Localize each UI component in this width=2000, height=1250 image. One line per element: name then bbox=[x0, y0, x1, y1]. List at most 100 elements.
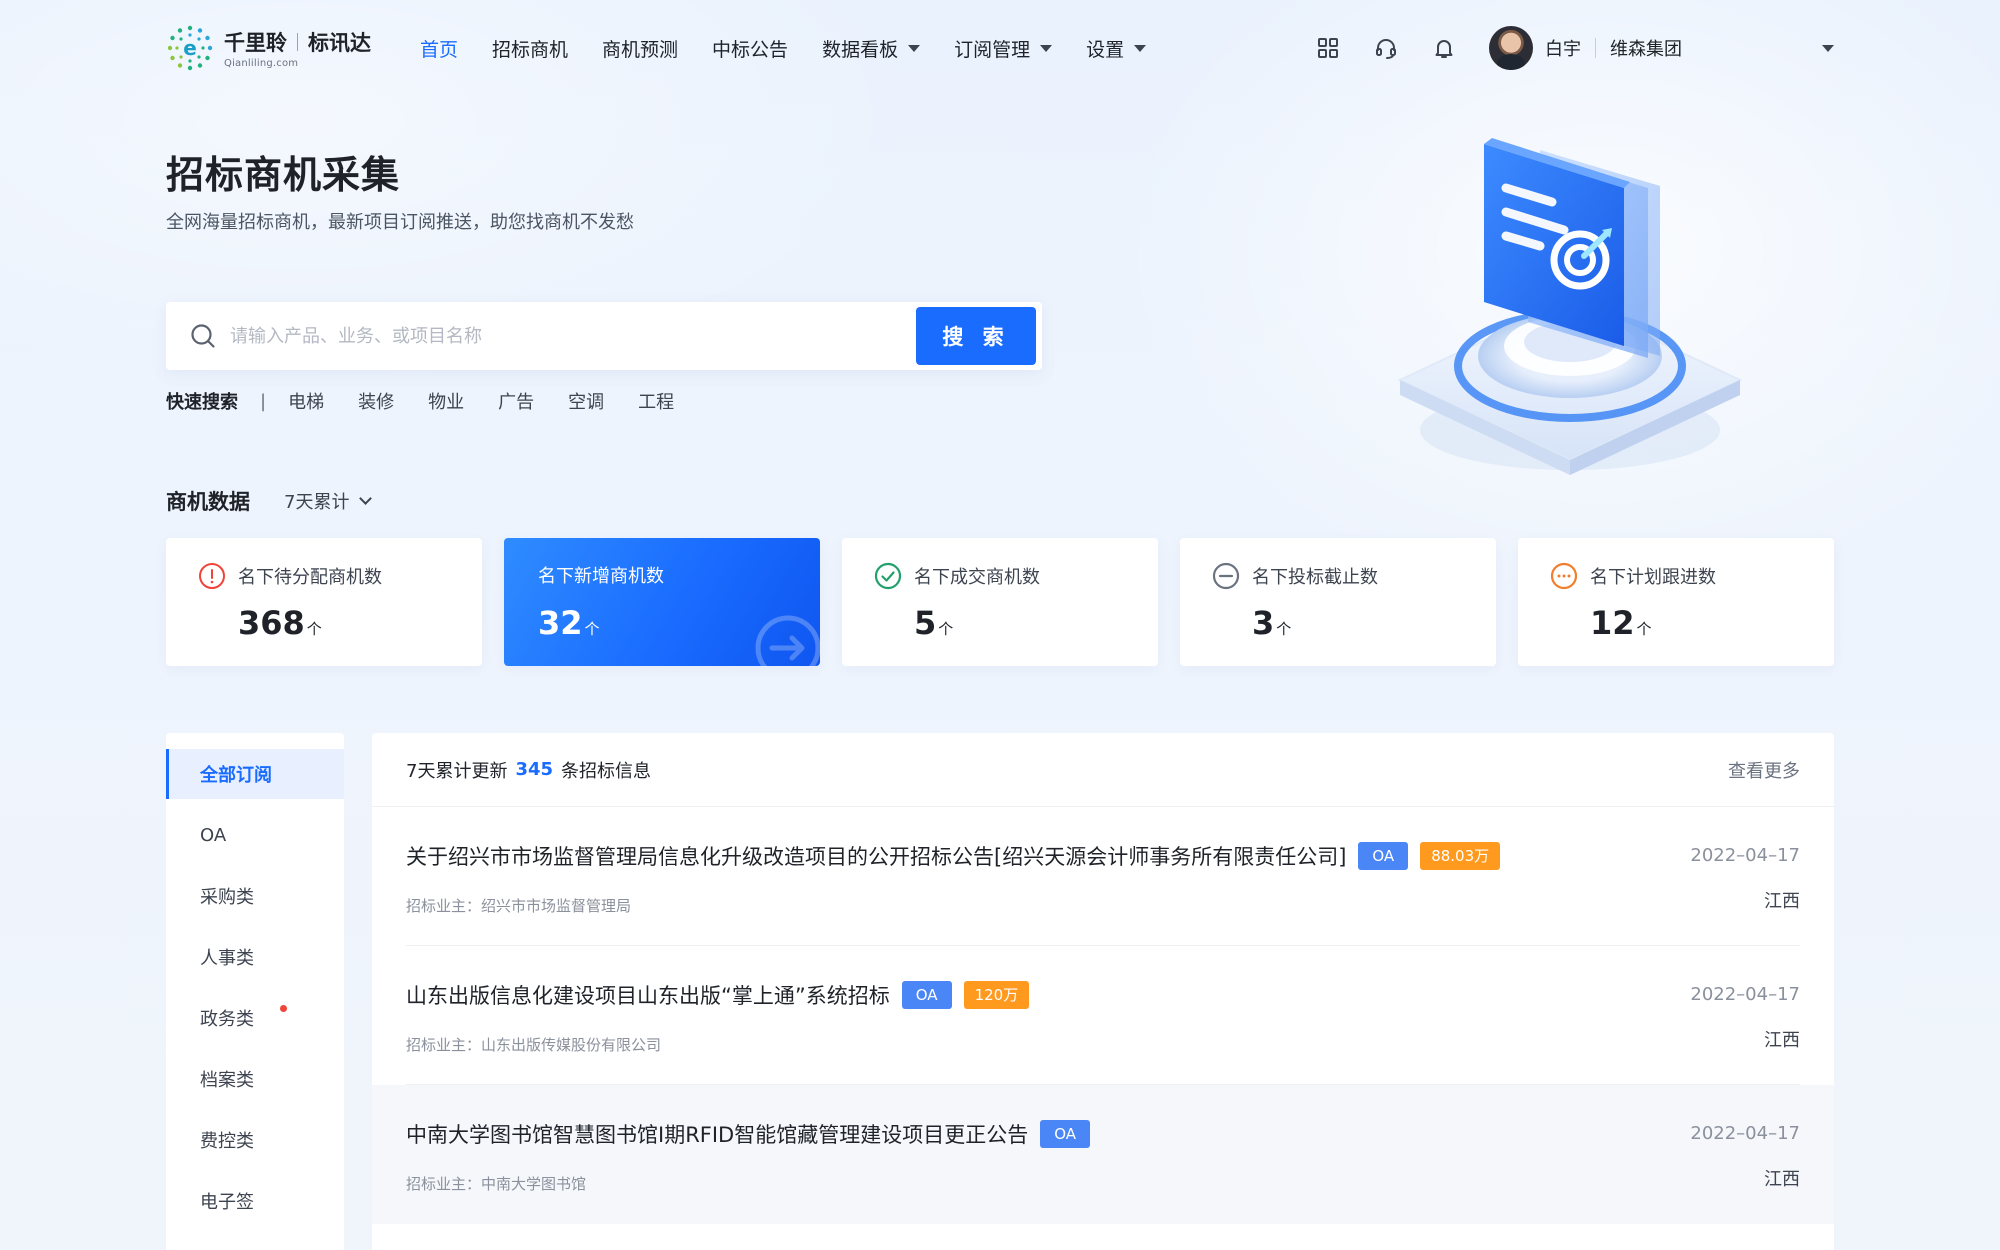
bid-title[interactable]: 关于绍兴市市场监督管理局信息化升级改造项目的公开招标公告[绍兴天源会计师事务所有… bbox=[406, 841, 1346, 871]
bid-owner: 招标业主：中南大学图书馆 bbox=[406, 1175, 587, 1193]
brand-domain: Qianliling.com bbox=[224, 58, 299, 69]
search-input[interactable] bbox=[230, 316, 890, 356]
user-name[interactable]: 白宇 bbox=[1545, 35, 1581, 61]
nav-label: 数据看板 bbox=[822, 38, 899, 61]
quick-search-label: 快速搜索 bbox=[166, 392, 238, 413]
summary-count: 345 bbox=[515, 759, 554, 780]
chevron-down-icon bbox=[359, 492, 373, 505]
stat-label: 名下待分配商机数 bbox=[238, 567, 382, 588]
sidebar-item-government[interactable]: 政务类 bbox=[166, 993, 344, 1043]
quick-search-item[interactable]: 电梯 bbox=[288, 388, 324, 414]
amount-tag: 120万 bbox=[963, 981, 1030, 1009]
bell-icon[interactable] bbox=[1429, 33, 1459, 63]
sidebar-item-label: 费控类 bbox=[200, 1131, 254, 1152]
sidebar-item-hr[interactable]: 人事类 bbox=[166, 932, 344, 982]
view-more-link[interactable]: 查看更多 bbox=[1728, 757, 1800, 783]
bid-date: 2022–04–17 bbox=[1690, 1123, 1800, 1144]
search-bar: 搜 索 bbox=[166, 302, 1042, 370]
main-nav: 首页 招标商机 商机预测 中标公告 数据看板 订阅管理 设置 bbox=[420, 35, 1180, 62]
stat-card-pending-allocation[interactable]: 名下待分配商机数 368 个 bbox=[166, 538, 482, 666]
user-avatar[interactable] bbox=[1489, 26, 1533, 70]
stats-cards: 名下待分配商机数 368 个 名下新增商机数 32 个 名下成交商机数 5 个 bbox=[166, 538, 1834, 666]
company-selector[interactable]: 维森集团 bbox=[1610, 35, 1682, 61]
minus-circle-icon bbox=[1212, 562, 1240, 590]
stat-value: 5 bbox=[914, 604, 937, 642]
bid-date: 2022–04–17 bbox=[1690, 984, 1800, 1005]
search-button[interactable]: 搜 索 bbox=[916, 307, 1036, 365]
sidebar-item-label: 全部订阅 bbox=[200, 765, 272, 786]
brand-logo-icon: e bbox=[167, 25, 213, 71]
nav-label: 中标公告 bbox=[712, 38, 789, 61]
brand-name: 千里聆 bbox=[224, 31, 287, 55]
nav-item-data-dashboard[interactable]: 数据看板 bbox=[822, 35, 921, 62]
headset-icon[interactable] bbox=[1371, 33, 1401, 63]
sidebar-item-label: OA bbox=[200, 824, 227, 846]
stat-label: 名下投标截止数 bbox=[1252, 567, 1378, 588]
sidebar-item-expense-control[interactable]: 费控类 bbox=[166, 1115, 344, 1165]
stat-card-bid-deadlines[interactable]: 名下投标截止数 3 个 bbox=[1180, 538, 1496, 666]
stats-title: 商机数据 bbox=[166, 490, 250, 514]
amount-tag: 88.03万 bbox=[1420, 842, 1501, 870]
company-dropdown-caret-icon[interactable] bbox=[1822, 44, 1834, 52]
quick-search-item[interactable]: 物业 bbox=[428, 388, 464, 414]
stat-card-closed-deals[interactable]: 名下成交商机数 5 个 bbox=[842, 538, 1158, 666]
sidebar-item-e-signature[interactable]: 电子签 bbox=[166, 1176, 344, 1226]
bid-date: 2022–04–17 bbox=[1690, 845, 1800, 866]
quick-search-item[interactable]: 装修 bbox=[358, 388, 394, 414]
category-tag: OA bbox=[1358, 842, 1409, 870]
category-tag: OA bbox=[901, 981, 952, 1009]
nav-item-home[interactable]: 首页 bbox=[420, 35, 458, 62]
nav-label: 设置 bbox=[1086, 38, 1125, 61]
brand-logo[interactable]: e 千里聆 标讯达 Qianliling.com bbox=[166, 24, 406, 72]
quick-search-item[interactable]: 广告 bbox=[498, 388, 534, 414]
sidebar-item-label: 电子签 bbox=[200, 1192, 254, 1213]
list-summary-bar: 7天累计更新 345 条招标信息 查看更多 bbox=[372, 733, 1834, 807]
caret-down-icon bbox=[1040, 44, 1053, 52]
stat-unit: 个 bbox=[1636, 620, 1652, 638]
caret-down-icon bbox=[908, 44, 921, 52]
brand-divider bbox=[297, 33, 298, 51]
category-tag: OA bbox=[1040, 1120, 1091, 1148]
quick-search-item[interactable]: 空调 bbox=[568, 388, 604, 414]
stat-unit: 个 bbox=[1276, 620, 1292, 638]
stat-card-new-opportunities[interactable]: 名下新增商机数 32 个 bbox=[504, 538, 820, 666]
bid-title[interactable]: 山东出版信息化建设项目山东出版“掌上通”系统招标 bbox=[406, 980, 890, 1010]
subscription-category-sidebar: 全部订阅 OA 采购类 人事类 政务类 档案类 费控类 电子签 bbox=[166, 733, 344, 1250]
svg-text:e: e bbox=[183, 36, 197, 60]
brand-text: 千里聆 标讯达 Qianliling.com bbox=[224, 27, 371, 69]
header-actions: 白宇 维森集团 bbox=[1285, 26, 1834, 70]
date-range-dropdown[interactable]: 7天累计 bbox=[284, 488, 373, 514]
bid-list-item[interactable]: 中南大学图书馆智慧图书馆I期RFID智能馆藏管理建设项目更正公告 OA 招标业主… bbox=[372, 1085, 1834, 1224]
bid-region: 江西 bbox=[1764, 891, 1800, 912]
nav-item-subscription-management[interactable]: 订阅管理 bbox=[954, 35, 1053, 62]
bid-list-item[interactable]: 山东出版信息化建设项目山东出版“掌上通”系统招标 OA 120万 招标业主：山东… bbox=[372, 946, 1834, 1085]
nav-item-award-notices[interactable]: 中标公告 bbox=[712, 35, 788, 62]
apps-grid-icon[interactable] bbox=[1313, 33, 1343, 63]
stat-unit: 个 bbox=[584, 620, 600, 638]
stat-value: 3 bbox=[1252, 604, 1275, 642]
date-range-label: 7天累计 bbox=[284, 492, 350, 513]
sidebar-item-oa[interactable]: OA bbox=[166, 810, 344, 860]
more-circle-icon bbox=[1550, 562, 1578, 590]
stat-value: 368 bbox=[238, 604, 305, 642]
sidebar-item-archives[interactable]: 档案类 bbox=[166, 1054, 344, 1104]
sidebar-item-procurement[interactable]: 采购类 bbox=[166, 871, 344, 921]
nav-item-bid-opportunities[interactable]: 招标商机 bbox=[492, 35, 568, 62]
stat-value: 32 bbox=[538, 604, 583, 642]
search-icon bbox=[188, 321, 218, 351]
page-subtitle: 全网海量招标商机，最新项目订阅推送，助您找商机不发愁 bbox=[166, 212, 634, 233]
nav-label: 招标商机 bbox=[492, 38, 569, 61]
bid-list-item[interactable]: 关于绍兴市市场监督管理局信息化升级改造项目的公开招标公告[绍兴天源会计师事务所有… bbox=[372, 807, 1834, 946]
quick-search: 快速搜索 | 电梯 装修 物业 广告 空调 工程 bbox=[166, 388, 708, 414]
bid-title[interactable]: 中南大学图书馆智慧图书馆I期RFID智能馆藏管理建设项目更正公告 bbox=[406, 1119, 1028, 1149]
nav-label: 首页 bbox=[420, 38, 459, 61]
nav-item-settings[interactable]: 设置 bbox=[1086, 35, 1147, 62]
quick-search-item[interactable]: 工程 bbox=[638, 388, 674, 414]
sidebar-item-all-subscriptions[interactable]: 全部订阅 bbox=[166, 749, 344, 799]
stat-card-planned-followups[interactable]: 名下计划跟进数 12 个 bbox=[1518, 538, 1834, 666]
stat-unit: 个 bbox=[938, 620, 954, 638]
page-title: 招标商机采集 bbox=[166, 153, 401, 197]
stat-unit: 个 bbox=[306, 620, 322, 638]
nav-item-opportunity-forecast[interactable]: 商机预测 bbox=[602, 35, 678, 62]
bid-owner: 招标业主：山东出版传媒股份有限公司 bbox=[406, 1036, 662, 1054]
